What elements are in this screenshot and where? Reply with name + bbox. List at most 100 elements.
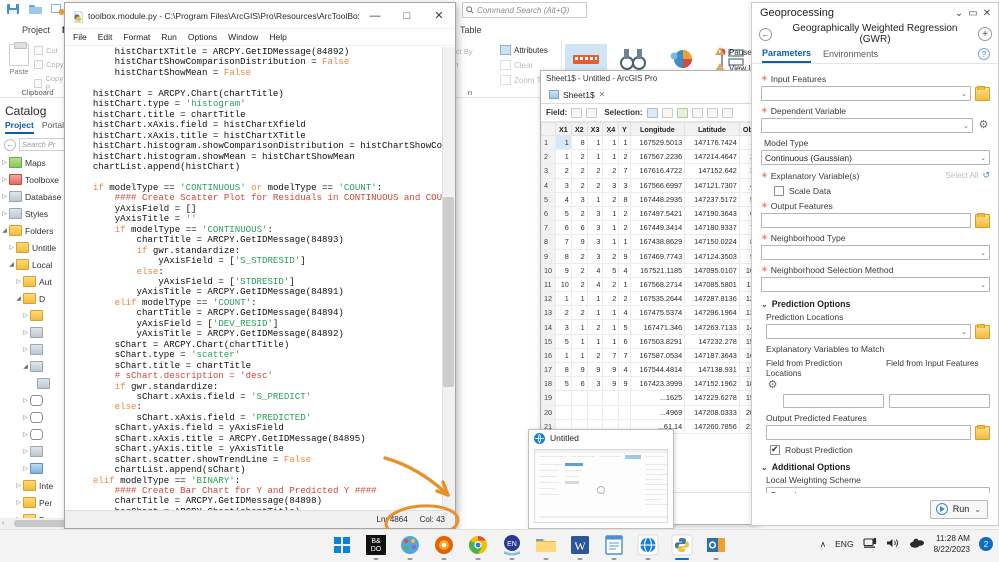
firefox-icon[interactable] xyxy=(432,533,456,557)
table-row[interactable]: 1322114167475.5374147296.196413 xyxy=(542,306,757,320)
cut-button[interactable]: Cut xyxy=(34,46,58,55)
table-cell[interactable]: 2 xyxy=(571,277,587,291)
input-features-combobox[interactable]: ⌄ xyxy=(761,86,971,101)
table-cell[interactable]: 1 xyxy=(587,334,603,348)
table-cell[interactable]: 7 xyxy=(603,348,619,362)
table-row[interactable]: 1856399167423.3999147152.196218 xyxy=(542,377,757,391)
endnote-icon[interactable]: EN xyxy=(500,533,524,557)
expander-collapsed-icon[interactable]: ▷ xyxy=(21,414,30,421)
table-cell[interactable]: 147124.3503 xyxy=(685,249,740,263)
editor-scroll-thumb[interactable] xyxy=(443,197,454,387)
row-number[interactable]: 10 xyxy=(542,263,556,277)
catalog-tab-project[interactable]: Project xyxy=(5,120,34,134)
table-cell[interactable]: 147121.7307 xyxy=(685,178,740,192)
back-icon[interactable]: ← xyxy=(759,28,772,41)
expander-collapsed-icon[interactable]: ▷ xyxy=(14,499,23,506)
menu-options[interactable]: Options xyxy=(188,32,217,42)
row-number[interactable]: 4 xyxy=(542,178,556,192)
outlook-icon[interactable] xyxy=(704,533,728,557)
chevron-down-icon[interactable]: ⌄ xyxy=(974,505,981,514)
table-cell[interactable]: 1 xyxy=(587,192,603,206)
table-cell[interactable]: 4 xyxy=(587,263,603,277)
paint-icon[interactable] xyxy=(398,533,422,557)
tab-environments[interactable]: Environments xyxy=(823,45,878,63)
gear-icon[interactable]: ⚙ xyxy=(766,379,779,392)
table-row[interactable]: 19...1625147229.627819 xyxy=(542,391,757,405)
copy-selection-icon[interactable] xyxy=(722,108,733,118)
row-number[interactable]: 9 xyxy=(542,249,556,263)
column-header[interactable]: Longitude xyxy=(630,123,685,136)
menu-help[interactable]: Help xyxy=(269,32,286,42)
clear-selection-icon[interactable] xyxy=(692,108,703,118)
table-row[interactable]: 1611277167587.0534147187.364316 xyxy=(542,348,757,362)
output-predicted-features-input[interactable] xyxy=(766,425,971,440)
table-cell[interactable]: 5 xyxy=(556,377,572,391)
expander-collapsed-icon[interactable]: ▷ xyxy=(14,278,23,285)
table-cell[interactable]: 2 xyxy=(571,164,587,178)
table-cell[interactable]: 7 xyxy=(619,348,630,362)
command-search-box[interactable]: Command Search (Alt+Q) xyxy=(462,2,587,18)
table-cell[interactable] xyxy=(571,391,587,405)
notification-badge[interactable]: 2 xyxy=(979,537,993,551)
row-number[interactable]: 20 xyxy=(542,405,556,419)
table-cell[interactable]: 167568.2714 xyxy=(630,277,685,291)
scroll-left-icon[interactable]: ‹ xyxy=(2,520,4,527)
table-cell[interactable]: 1 xyxy=(556,150,572,164)
table-cell[interactable]: 3 xyxy=(587,249,603,263)
table-cell[interactable]: 167448.2935 xyxy=(630,192,685,206)
expander-collapsed-icon[interactable]: ▷ xyxy=(0,210,9,217)
row-number[interactable]: 2 xyxy=(542,150,556,164)
table-cell[interactable]: 167503.8291 xyxy=(630,334,685,348)
menu-run[interactable]: Run xyxy=(161,32,177,42)
pause-button[interactable]: Pause xyxy=(714,46,752,59)
menu-edit[interactable]: Edit xyxy=(98,32,113,42)
tab-parameters[interactable]: Parameters xyxy=(762,45,811,63)
float-icon[interactable]: ▭ xyxy=(966,8,980,19)
neighborhood-type-combobox[interactable]: ⌄ xyxy=(761,245,990,260)
row-number[interactable]: 7 xyxy=(542,221,556,235)
scroll-thumb[interactable] xyxy=(14,520,70,527)
table-cell[interactable]: 2 xyxy=(603,164,619,178)
prediction-options-section[interactable]: ⌄ Prediction Options xyxy=(761,299,990,309)
close-icon[interactable]: ✕ xyxy=(980,8,994,19)
paste-button[interactable]: Paste xyxy=(6,44,32,76)
table-cell[interactable]: 6 xyxy=(571,221,587,235)
tab-project[interactable]: Project xyxy=(22,25,50,35)
table-cell[interactable]: 1 xyxy=(571,292,587,306)
table-cell[interactable]: 1 xyxy=(587,150,603,164)
clear-button[interactable]: Clear xyxy=(500,60,533,70)
table-cell[interactable]: 1 xyxy=(603,221,619,235)
table-cell[interactable]: 4 xyxy=(556,192,572,206)
table-cell[interactable]: 3 xyxy=(556,178,572,192)
table-row[interactable]: 11102421167568.2714147085.580111 xyxy=(542,277,757,291)
table-cell[interactable]: 7 xyxy=(619,164,630,178)
table-cell[interactable]: 2 xyxy=(619,206,630,220)
table-cell[interactable]: 167449.3414 xyxy=(630,221,685,235)
table-cell[interactable]: 6 xyxy=(571,377,587,391)
table-cell[interactable]: 167616.4722 xyxy=(630,164,685,178)
table-cell[interactable]: 2 xyxy=(587,348,603,362)
expander-collapsed-icon[interactable]: ▷ xyxy=(7,244,16,251)
table-cell[interactable]: 167544.4814 xyxy=(630,363,685,377)
expander-collapsed-icon[interactable]: ▷ xyxy=(21,346,30,353)
word-icon[interactable]: W xyxy=(568,533,592,557)
table-cell[interactable]: 2 xyxy=(619,150,630,164)
table-cell[interactable]: 167475.5374 xyxy=(630,306,685,320)
bo-app-icon[interactable]: B&DO xyxy=(364,533,388,557)
column-header[interactable]: X4 xyxy=(603,123,619,136)
close-icon[interactable]: ✕ xyxy=(599,90,606,99)
table-cell[interactable]: 10 xyxy=(556,277,572,291)
table-cell[interactable]: 3 xyxy=(603,178,619,192)
table-cell[interactable]: 1 xyxy=(603,150,619,164)
table-cell[interactable]: 1 xyxy=(619,277,630,291)
table-cell[interactable]: 7 xyxy=(556,235,572,249)
table-cell[interactable]: 8 xyxy=(619,192,630,206)
table-cell[interactable]: 147138.931 xyxy=(685,363,740,377)
table-cell[interactable]: 2 xyxy=(619,292,630,306)
zoom-to-selection-icon[interactable] xyxy=(662,108,673,118)
table-cell[interactable]: 167469.7743 xyxy=(630,249,685,263)
menu-format[interactable]: Format xyxy=(123,32,150,42)
close-button[interactable]: ✕ xyxy=(423,3,455,28)
notepad-icon[interactable] xyxy=(602,533,626,557)
field-from-prediction-locations-input[interactable] xyxy=(783,394,884,408)
